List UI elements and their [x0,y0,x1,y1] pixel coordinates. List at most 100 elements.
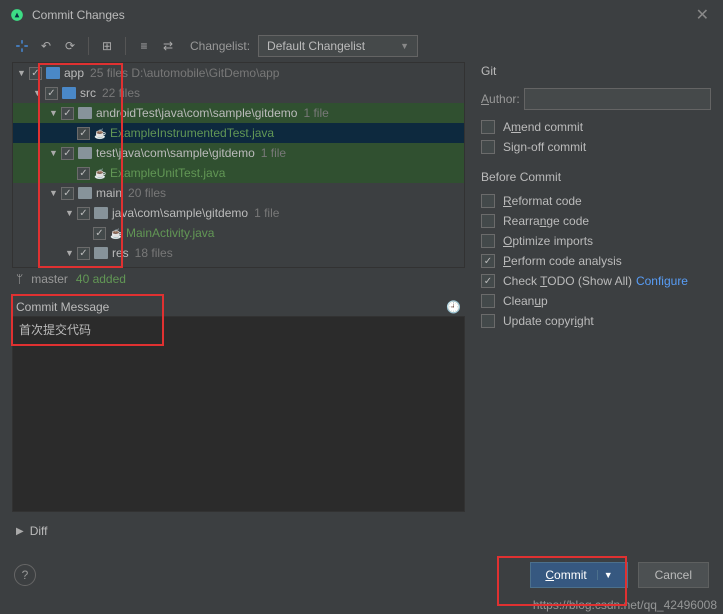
group-icon[interactable]: ⊞ [97,36,117,56]
configure-link[interactable]: Configure [636,274,688,288]
diff-label: Diff [30,524,48,538]
java-file-icon [110,226,122,240]
checkbox-icon[interactable] [61,187,74,200]
git-section-title: Git [481,64,711,78]
undo-icon[interactable]: ↶ [36,36,56,56]
tree-item-name: java\com\sample\gitdemo [112,206,248,220]
option-label: Cleanup [503,294,548,308]
expand-arrow-icon[interactable]: ▼ [17,68,29,78]
folder-icon [78,187,92,199]
checkbox-icon[interactable] [481,214,495,228]
tree-item-meta: 1 file [254,206,279,220]
checkbox-icon[interactable] [481,254,495,268]
tree-item-name: ExampleUnitTest.java [110,166,225,180]
expand-arrow-icon[interactable]: ▼ [49,188,61,198]
tree-item-name: test\java\com\sample\gitdemo [96,146,255,160]
changelist-dropdown[interactable]: Default Changelist ▼ [258,35,418,57]
checkbox-icon[interactable] [93,227,106,240]
expand-arrow-icon[interactable]: ▼ [49,148,61,158]
diff-section[interactable]: ▶ Diff [12,518,465,544]
tree-row[interactable]: ▼ res 18 files [13,243,464,263]
tree-row[interactable]: ▼ java\com\sample\gitdemo 1 file [13,203,464,223]
tree-item-name: androidTest\java\com\sample\gitdemo [96,106,297,120]
checkbox-icon[interactable] [61,107,74,120]
tree-item-name: MainActivity.java [126,226,214,240]
tree-row[interactable]: ▼ main 20 files [13,183,464,203]
before-commit-option[interactable]: Perform code analysis [481,254,711,268]
tree-item-name: res [112,246,129,260]
before-commit-option[interactable]: Optimize imports [481,234,711,248]
expand-arrow-icon[interactable]: ▼ [33,88,45,98]
branch-bar: ᛘ master 40 added [12,268,465,290]
close-icon[interactable]: ✕ [692,5,713,25]
checkbox-icon[interactable] [481,120,495,134]
before-commit-option[interactable]: Rearrange code [481,214,711,228]
help-button[interactable]: ? [14,564,36,586]
watermark: https://blog.csdn.net/qq_42496008 [533,598,717,612]
tree-row[interactable]: ExampleUnitTest.java [13,163,464,183]
tree-row[interactable]: ▼app25 files D:\automobile\GitDemo\app [13,63,464,83]
tree-item-name: main [96,186,122,200]
expand-all-icon[interactable]: ≡ [134,36,154,56]
tree-row[interactable]: MainActivity.java [13,223,464,243]
changes-tree[interactable]: ▼app25 files D:\automobile\GitDemo\app▼s… [12,62,465,268]
tree-item-name: src [80,86,96,100]
branch-name: master [31,272,68,286]
author-label: Author: [481,92,524,106]
expand-arrow-icon[interactable]: ▼ [65,208,77,218]
checkbox-icon[interactable] [77,127,90,140]
checkbox-icon[interactable] [77,207,90,220]
checkbox-icon[interactable] [481,194,495,208]
expand-arrow-icon[interactable]: ▼ [65,248,77,258]
checkbox-icon[interactable] [481,140,495,154]
folder-icon [94,247,108,259]
refresh-vcs-icon[interactable] [12,36,32,56]
option-label: Reformat code [503,194,582,208]
tree-row[interactable]: ▼ src 22 files [13,83,464,103]
checkbox-icon[interactable] [61,147,74,160]
tree-row[interactable]: ▼test\java\com\sample\gitdemo1 file [13,143,464,163]
tree-item-meta: 18 files [135,246,173,260]
before-commit-option[interactable]: Reformat code [481,194,711,208]
commit-message-header: Commit Message 🕘 [12,298,465,316]
tree-item-meta: 20 files [128,186,166,200]
separator [88,37,89,55]
before-commit-option[interactable]: Check TODO (Show All)Configure [481,274,711,288]
toolbar: ↶ ⟳ ⊞ ≡ ⇄ Changelist: Default Changelist… [0,30,723,62]
checkbox-icon[interactable] [77,247,90,260]
checkbox-icon[interactable] [481,314,495,328]
signoff-commit-checkbox[interactable]: Sign-off commit [481,140,711,154]
commit-message-input[interactable]: 首次提交代码 [12,316,465,512]
titlebar: Commit Changes ✕ [0,0,723,30]
tree-row[interactable]: ▼androidTest\java\com\sample\gitdemo1 fi… [13,103,464,123]
history-icon[interactable]: 🕘 [446,300,461,314]
tree-row[interactable]: ExampleInstrumentedTest.java [13,123,464,143]
cancel-button[interactable]: Cancel [638,562,709,588]
redo-icon[interactable]: ⟳ [60,36,80,56]
checkbox-icon[interactable] [481,234,495,248]
checkbox-icon[interactable] [29,67,42,80]
collapse-all-icon[interactable]: ⇄ [158,36,178,56]
commit-button[interactable]: Commit ▼ [530,562,627,588]
before-commit-option[interactable]: Cleanup [481,294,711,308]
folder-icon [46,67,60,79]
checkbox-icon[interactable] [77,167,90,180]
checkbox-icon[interactable] [45,87,58,100]
separator [125,37,126,55]
amend-commit-checkbox[interactable]: Amend commit [481,120,711,134]
commit-message-label: Commit Message [16,300,109,314]
folder-icon [78,147,92,159]
checkbox-icon[interactable] [481,294,495,308]
tree-item-name: app [64,66,84,80]
expand-arrow-icon[interactable]: ▼ [49,108,61,118]
option-label: Perform code analysis [503,254,622,268]
tree-item-meta: 22 files [102,86,140,100]
before-commit-option[interactable]: Update copyright [481,314,711,328]
branch-icon: ᛘ [16,272,23,286]
before-commit-title: Before Commit [481,170,711,184]
checkbox-icon[interactable] [481,274,495,288]
author-input[interactable] [524,88,711,110]
commit-split-icon[interactable]: ▼ [597,570,613,580]
folder-icon [94,207,108,219]
signoff-label: Sign-off commit [503,140,586,154]
